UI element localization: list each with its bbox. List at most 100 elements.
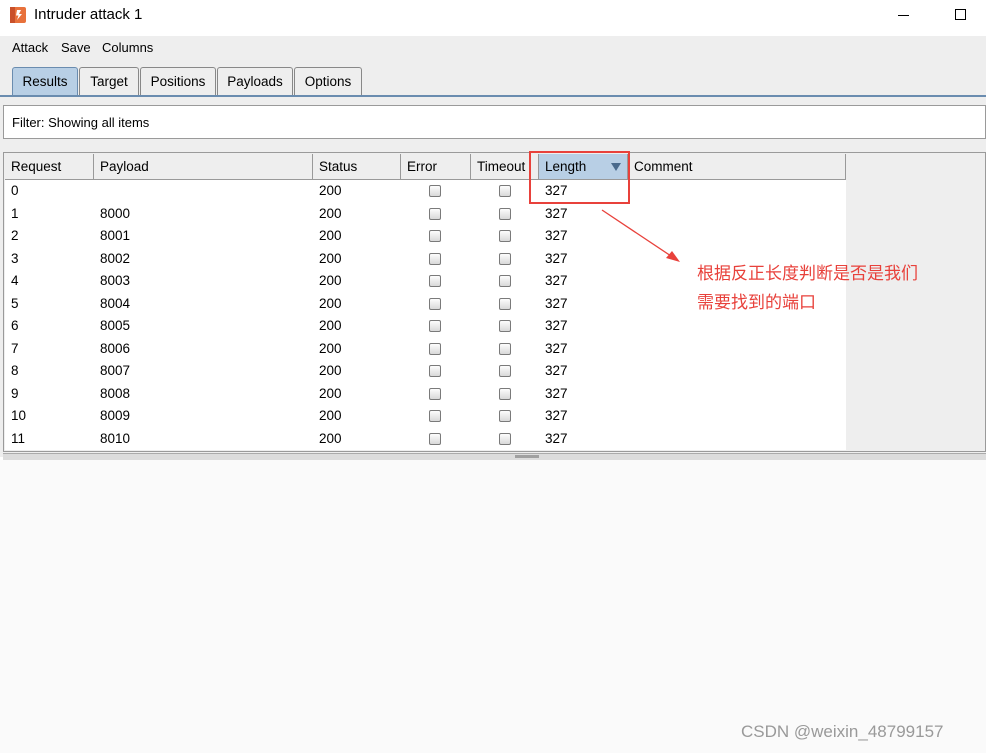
timeout-checkbox[interactable] (499, 387, 511, 400)
cell-length: 327 (545, 408, 568, 423)
error-checkbox[interactable] (429, 185, 441, 197)
tab-results[interactable]: Results (12, 67, 78, 95)
annotation-line-2: 需要找到的端口 (697, 293, 816, 313)
cell-status: 200 (319, 363, 342, 378)
filter-bar[interactable]: Filter: Showing all items (3, 105, 986, 139)
column-header-error[interactable]: Error (401, 154, 471, 180)
cell-status: 200 (319, 183, 342, 198)
cell-length: 327 (545, 295, 568, 311)
annotation-arrow-icon (601, 209, 680, 262)
timeout-checkbox[interactable] (499, 230, 511, 242)
error-checkbox[interactable] (429, 365, 441, 377)
cell-comment (628, 383, 846, 406)
column-header-comment[interactable]: Comment (628, 154, 846, 180)
cell-length: 327 (545, 273, 568, 288)
table-row[interactable]: 11 8010 200 327 (5, 428, 846, 451)
cell-status: 200 (319, 295, 342, 311)
cell-payload: 8007 (100, 363, 131, 378)
error-checkbox[interactable] (429, 207, 441, 220)
error-checkbox[interactable] (429, 252, 441, 265)
timeout-checkbox[interactable] (499, 320, 511, 332)
table-row[interactable]: 9 8008 200 327 (5, 383, 846, 406)
table-row[interactable]: 0 200 327 (5, 180, 846, 203)
maximize-icon[interactable] (951, 5, 971, 25)
timeout-checkbox[interactable] (499, 275, 511, 287)
column-header-status[interactable]: Status (313, 154, 401, 180)
cell-payload: 8008 (100, 385, 131, 401)
pane-splitter[interactable] (3, 453, 986, 460)
annotation-text: 根据反正长度判断是否是我们 需要找到的端口 (697, 260, 967, 318)
menu-bar: Attack Save Columns (0, 36, 986, 60)
timeout-checkbox[interactable] (499, 365, 511, 377)
error-checkbox[interactable] (429, 432, 441, 445)
menu-save[interactable]: Save (61, 40, 91, 55)
table-row[interactable]: 7 8006 200 327 (5, 338, 846, 361)
splitter-handle[interactable] (515, 455, 539, 458)
error-checkbox[interactable] (429, 342, 441, 355)
cell-payload: 8001 (100, 228, 131, 243)
window-titlebar: Intruder attack 1 (0, 0, 986, 32)
watermark: CSDN @weixin_48799157 (741, 722, 944, 741)
cell-comment (628, 405, 846, 428)
cell-status: 200 (319, 385, 342, 401)
error-checkbox[interactable] (429, 297, 441, 310)
tab-payloads[interactable]: Payloads (217, 67, 293, 95)
tab-options[interactable]: Options (294, 67, 362, 95)
error-checkbox[interactable] (429, 410, 441, 422)
timeout-checkbox[interactable] (499, 185, 511, 197)
table-row[interactable]: 10 8009 200 327 (5, 405, 846, 428)
cell-status: 200 (319, 408, 342, 423)
cell-length: 327 (545, 318, 568, 333)
timeout-checkbox[interactable] (499, 297, 511, 310)
cell-payload: 8003 (100, 273, 131, 288)
minimize-icon[interactable] (894, 5, 914, 25)
table-row[interactable]: 8 8007 200 327 (5, 360, 846, 383)
burp-logo-icon (10, 7, 26, 23)
column-header-request[interactable]: Request (5, 154, 94, 180)
cell-status: 200 (319, 228, 342, 243)
cell-request: 7 (11, 340, 19, 356)
cell-status: 200 (319, 318, 342, 333)
cell-payload (94, 180, 313, 203)
cell-request: 11 (11, 430, 26, 446)
cell-length: 327 (545, 340, 568, 356)
column-header-payload[interactable]: Payload (94, 154, 313, 180)
tab-positions[interactable]: Positions (140, 67, 216, 95)
error-checkbox[interactable] (429, 320, 441, 332)
cell-request: 3 (11, 250, 19, 266)
error-checkbox[interactable] (429, 230, 441, 242)
request-response-pane (0, 460, 986, 753)
cell-request: 0 (11, 183, 19, 198)
cell-status: 200 (319, 205, 342, 221)
menu-attack[interactable]: Attack (12, 40, 48, 55)
cell-request: 6 (11, 318, 19, 333)
error-checkbox[interactable] (429, 387, 441, 400)
cell-length: 327 (545, 385, 568, 401)
timeout-checkbox[interactable] (499, 432, 511, 445)
error-checkbox[interactable] (429, 275, 441, 287)
cell-payload: 8000 (100, 205, 131, 221)
timeout-checkbox[interactable] (499, 410, 511, 422)
cell-status: 200 (319, 273, 342, 288)
table-row[interactable]: 6 8005 200 327 (5, 315, 846, 338)
cell-payload: 8004 (100, 295, 131, 311)
cell-comment (628, 338, 846, 361)
timeout-checkbox[interactable] (499, 207, 511, 220)
cell-comment (628, 180, 846, 203)
timeout-checkbox[interactable] (499, 252, 511, 265)
cell-payload: 8002 (100, 250, 131, 266)
table-row[interactable]: 2 8001 200 327 (5, 225, 846, 248)
table-row[interactable]: 1 8000 200 327 (5, 203, 846, 226)
menu-columns[interactable]: Columns (102, 40, 153, 55)
cell-payload: 8005 (100, 318, 131, 333)
cell-request: 5 (11, 295, 19, 311)
annotation-line-1: 根据反正长度判断是否是我们 (697, 264, 918, 284)
cell-status: 200 (319, 340, 342, 356)
cell-status: 200 (319, 250, 342, 266)
cell-request: 9 (11, 385, 19, 401)
cell-request: 1 (11, 205, 19, 221)
cell-comment (628, 315, 846, 338)
cell-status: 200 (319, 430, 342, 446)
timeout-checkbox[interactable] (499, 342, 511, 355)
tab-target[interactable]: Target (79, 67, 139, 95)
